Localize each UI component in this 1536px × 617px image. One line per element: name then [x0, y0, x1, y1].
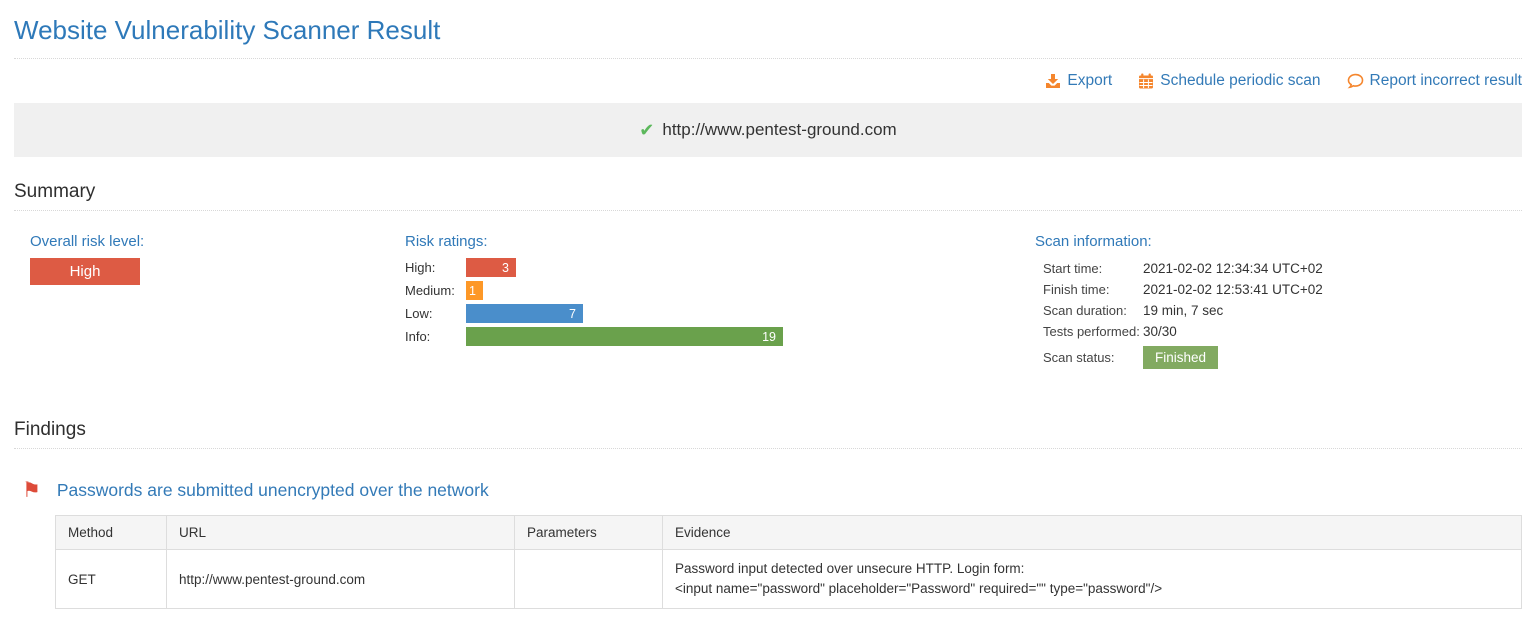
- scan-info-row-label: Start time:: [1043, 261, 1143, 276]
- cell-evidence: Password input detected over unsecure HT…: [663, 550, 1522, 609]
- overall-risk-badge: High: [30, 258, 140, 285]
- scan-info-row-finish-time: Finish time: 2021-02-02 12:53:41 UTC+02: [1043, 279, 1522, 300]
- evidence-line-2: <input name="password" placeholder="Pass…: [675, 579, 1509, 599]
- findings-heading: Findings: [14, 419, 1522, 449]
- scan-info-row-value: 19 min, 7 sec: [1143, 303, 1223, 318]
- page-title: Website Vulnerability Scanner Result: [14, 15, 1522, 59]
- summary-body: Overall risk level: High Risk ratings: H…: [14, 233, 1522, 373]
- column-header-url: URL: [167, 516, 515, 550]
- scan-info-row-start-time: Start time: 2021-02-02 12:34:34 UTC+02: [1043, 258, 1522, 279]
- risk-bar-category-label: High:: [405, 260, 466, 275]
- risk-bar-row: Medium:1: [405, 281, 1019, 300]
- risk-bar: 19: [466, 327, 783, 346]
- risk-bar-category-label: Info:: [405, 329, 466, 344]
- risk-ratings-bars: High:3Medium:1Low:7Info:19: [405, 258, 1019, 346]
- scan-info-row-label: Tests performed:: [1043, 324, 1143, 339]
- scan-info-row-label: Scan duration:: [1043, 303, 1143, 318]
- summary-heading: Summary: [14, 181, 1522, 211]
- calendar-icon: [1138, 73, 1154, 89]
- finding-title-link[interactable]: Passwords are submitted unencrypted over…: [57, 480, 489, 501]
- overall-risk-panel: Overall risk level: High: [14, 233, 389, 373]
- target-url-bar: ✔ http://www.pentest-ground.com: [14, 103, 1522, 157]
- speech-bubble-icon: [1347, 73, 1364, 89]
- scan-info-row-value: 2021-02-02 12:53:41 UTC+02: [1143, 282, 1323, 297]
- cell-method: GET: [56, 550, 167, 609]
- risk-bar-row: High:3: [405, 258, 1019, 277]
- risk-bar-category-label: Medium:: [405, 283, 466, 298]
- column-header-parameters: Parameters: [515, 516, 663, 550]
- scanner-result-page: Website Vulnerability Scanner Result Exp…: [0, 15, 1536, 609]
- finding-item-header: ⚑ Passwords are submitted unencrypted ov…: [14, 480, 1522, 501]
- scan-info-row-label: Scan status:: [1043, 350, 1143, 365]
- column-header-method: Method: [56, 516, 167, 550]
- actions-toolbar: Export Schedule perio: [14, 59, 1522, 103]
- report-incorrect-result-button[interactable]: Report incorrect result: [1347, 72, 1522, 90]
- risk-bar: 1: [466, 281, 483, 300]
- scan-info-rows: Start time: 2021-02-02 12:34:34 UTC+02 F…: [1035, 258, 1522, 369]
- table-row: GET http://www.pentest-ground.com Passwo…: [56, 550, 1522, 609]
- download-icon: [1045, 73, 1061, 89]
- schedule-periodic-scan-label: Schedule periodic scan: [1160, 72, 1320, 90]
- scan-information-label: Scan information:: [1035, 233, 1522, 250]
- report-incorrect-result-label: Report incorrect result: [1370, 72, 1522, 90]
- export-label: Export: [1067, 72, 1112, 90]
- risk-bar-category-label: Low:: [405, 306, 466, 321]
- flag-icon: ⚑: [22, 480, 41, 501]
- column-header-evidence: Evidence: [663, 516, 1522, 550]
- risk-bar-row: Low:7: [405, 304, 1019, 323]
- scan-info-row-scan-duration: Scan duration: 19 min, 7 sec: [1043, 300, 1522, 321]
- scan-status-badge: Finished: [1143, 346, 1218, 369]
- risk-ratings-label: Risk ratings:: [405, 233, 1019, 250]
- finding-evidence-table: Method URL Parameters Evidence GET http:…: [55, 515, 1522, 609]
- risk-ratings-panel: Risk ratings: High:3Medium:1Low:7Info:19: [389, 233, 1019, 373]
- target-url: http://www.pentest-ground.com: [662, 120, 896, 140]
- risk-bar: 3: [466, 258, 516, 277]
- risk-bar-row: Info:19: [405, 327, 1019, 346]
- cell-parameters: [515, 550, 663, 609]
- risk-bar: 7: [466, 304, 583, 323]
- scan-information-panel: Scan information: Start time: 2021-02-02…: [1019, 233, 1522, 373]
- scan-info-row-label: Finish time:: [1043, 282, 1143, 297]
- scan-info-row-value: 30/30: [1143, 324, 1177, 339]
- cell-url: http://www.pentest-ground.com: [167, 550, 515, 609]
- schedule-periodic-scan-button[interactable]: Schedule periodic scan: [1138, 72, 1320, 90]
- table-header-row: Method URL Parameters Evidence: [56, 516, 1522, 550]
- evidence-line-1: Password input detected over unsecure HT…: [675, 559, 1509, 579]
- check-icon: ✔: [639, 121, 654, 139]
- scan-info-row-value: 2021-02-02 12:34:34 UTC+02: [1143, 261, 1323, 276]
- export-button[interactable]: Export: [1045, 72, 1112, 90]
- scan-info-row-scan-status: Scan status: Finished: [1043, 346, 1522, 369]
- scan-info-row-tests-performed: Tests performed: 30/30: [1043, 321, 1522, 342]
- overall-risk-label: Overall risk level:: [30, 233, 389, 250]
